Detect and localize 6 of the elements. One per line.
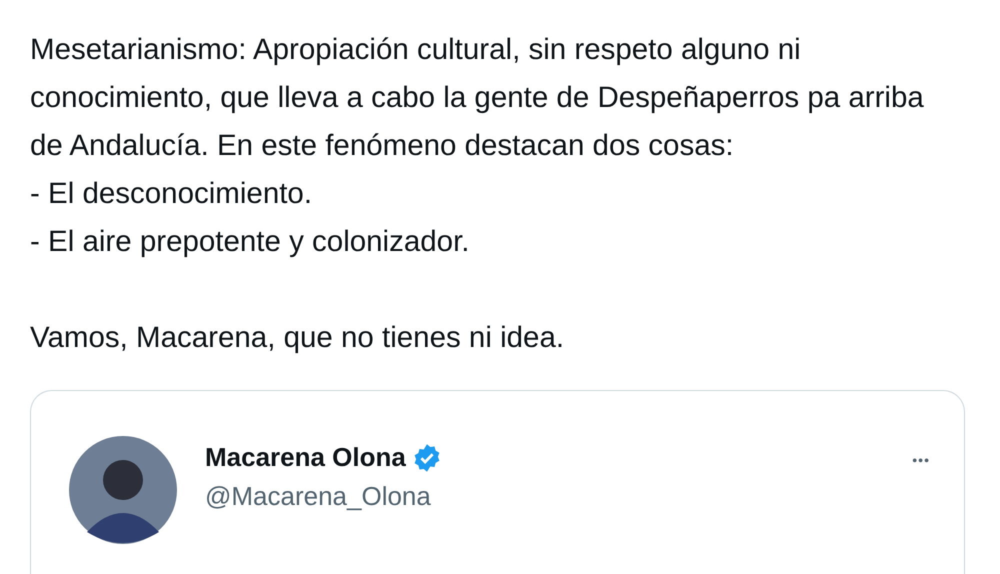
quoted-tweet-card[interactable]: Macarena Olona @Macarena_Olona ••• <box>30 390 965 574</box>
avatar-icon[interactable] <box>69 436 177 544</box>
tweet-text: Mesetarianismo: Apropiación cultural, sin respeto alguno ni conocimiento, que lleva a cabo la gente de Despeñaperros pa arriba de Andalucía. En este fenómeno destacan dos cosas: - El desconocimiento. - El aire prepotente y colonizador. Vamos, Macarena, que no tienes ni idea. <box>30 32 925 356</box>
more-button[interactable]: ••• <box>908 450 934 470</box>
author-name[interactable]: Macarena Olona <box>205 442 406 473</box>
author-handle[interactable]: @Macarena_Olona <box>205 481 442 512</box>
